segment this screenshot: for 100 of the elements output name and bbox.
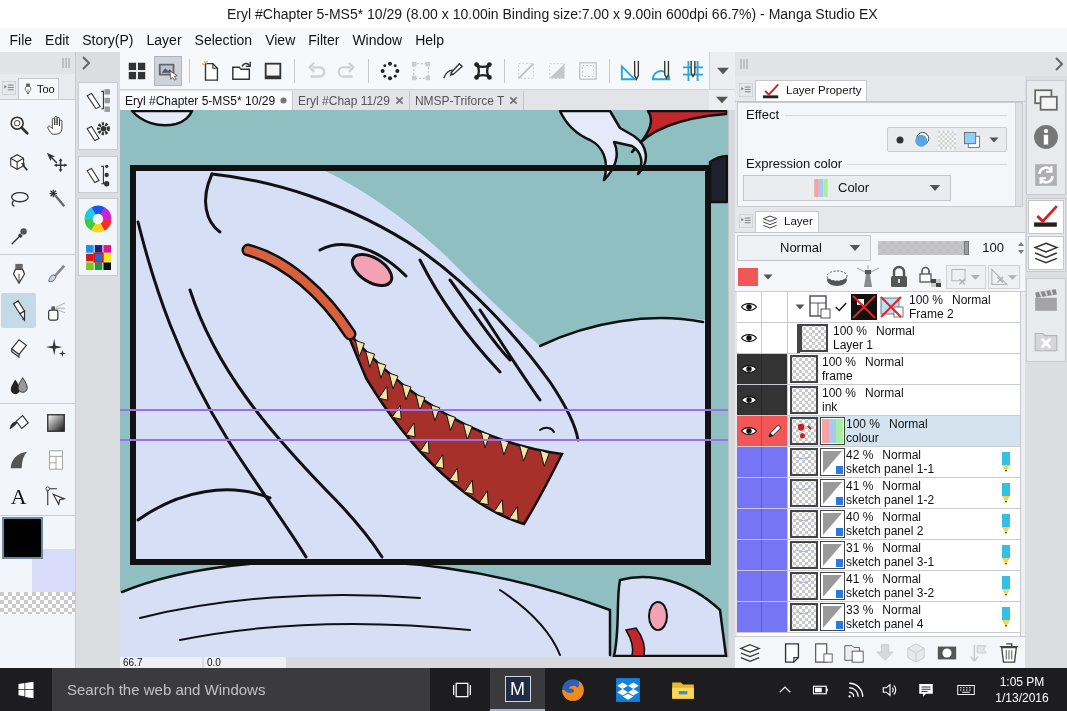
trash-icon[interactable] xyxy=(997,641,1020,664)
vertical-scrollbar[interactable] xyxy=(728,110,735,657)
pen-nib-icon xyxy=(22,81,34,97)
menu-item[interactable]: File xyxy=(3,28,39,52)
search-field[interactable]: Search the web and Windows xyxy=(52,668,430,711)
layer-row[interactable]: 41 % Normal sketch panel 1-2 xyxy=(788,478,1020,509)
panel-menu-icon[interactable] xyxy=(2,81,16,95)
effect-label: Effect xyxy=(746,106,779,125)
panel-menu-icon[interactable] xyxy=(739,214,753,228)
color-grid-icon[interactable] xyxy=(85,243,111,270)
dock-button[interactable] xyxy=(1028,236,1064,270)
layer-name: ink xyxy=(822,400,839,414)
color-swatch-icon[interactable] xyxy=(2,517,43,559)
wifi-icon[interactable] xyxy=(847,680,865,699)
menu-item[interactable]: Layer xyxy=(140,28,189,52)
checker-lock-icon[interactable] xyxy=(917,265,942,289)
grip-icon[interactable] xyxy=(740,58,748,70)
slider-thumb[interactable] xyxy=(963,241,969,255)
menu-item[interactable]: Filter xyxy=(301,28,346,52)
layer-row[interactable]: 42 % Normal sketch panel 1-1 xyxy=(788,447,1020,478)
menu-item[interactable]: View xyxy=(258,28,302,52)
layer-blend-mode: Normal xyxy=(882,603,922,617)
layer-row[interactable]: 33 % Normal sketch panel 4 xyxy=(788,602,1020,633)
menu-item[interactable]: Story(P) xyxy=(75,28,141,52)
layer-blend-mode: Normal xyxy=(882,510,922,524)
chevron-right-icon[interactable] xyxy=(82,56,90,70)
layer-opacity: 100 % xyxy=(909,293,944,307)
window-panes-icon xyxy=(17,680,35,699)
vertical-scrollbar[interactable] xyxy=(1015,103,1022,206)
layer-blend-mode: Normal xyxy=(865,355,904,369)
tool-button[interactable] xyxy=(1,293,37,328)
vertical-scrollbar[interactable] xyxy=(1020,292,1025,636)
tool-tab[interactable]: Too xyxy=(18,78,59,99)
layer-opacity: 41 % xyxy=(846,572,874,586)
layer-row[interactable]: 100 % Normal Layer 1 xyxy=(788,323,1020,354)
close-icon[interactable] xyxy=(509,96,519,105)
layer-property-tab[interactable]: Layer Property xyxy=(755,80,868,101)
layer-name: sketch panel 4 xyxy=(846,617,924,631)
chevron-right-icon[interactable] xyxy=(1055,57,1063,71)
layer-name: sketch panel 1-2 xyxy=(846,493,935,507)
ruler-pointer-icon xyxy=(45,485,68,508)
layer-row[interactable]: 100 % Normal frame xyxy=(788,354,1020,385)
squares-icon[interactable] xyxy=(963,130,981,149)
layer-thumbnail xyxy=(790,417,818,445)
shaded-triangle-icon xyxy=(820,572,845,600)
menu-item[interactable]: Selection xyxy=(188,28,259,52)
transparent-swatch-icon[interactable] xyxy=(0,592,75,614)
layer-opacity: 41 % xyxy=(846,479,874,493)
menu-item[interactable]: Edit xyxy=(38,28,76,52)
shaded-triangle-icon xyxy=(820,448,845,476)
shaded-triangle-icon xyxy=(820,479,845,507)
panel-menu-icon[interactable] xyxy=(739,83,753,97)
menu-item[interactable]: Help xyxy=(408,28,451,52)
layer-thumbnail xyxy=(790,510,818,538)
taskbar-app-button[interactable]: M xyxy=(490,668,545,711)
layer-row[interactable]: 100 % Normal colour xyxy=(788,416,1020,447)
color-swatch-icon[interactable] xyxy=(738,268,758,286)
layer-blend-mode: Normal xyxy=(882,479,922,493)
menu-item[interactable]: Window xyxy=(345,28,409,52)
layer-name: Layer 1 xyxy=(833,338,875,352)
layer-thumbnail xyxy=(790,572,818,600)
layer-row[interactable]: 100 % Normal ink xyxy=(788,385,1020,416)
layer-row[interactable]: 100 % Normal Frame 2 xyxy=(788,292,1020,323)
magnifier-icon xyxy=(7,113,30,136)
layer-tab[interactable]: Layer xyxy=(755,211,819,232)
layer-thumbnail xyxy=(800,324,828,352)
dock-button[interactable] xyxy=(1028,200,1064,234)
circle-icon[interactable] xyxy=(913,130,931,149)
layer-opacity: 42 % xyxy=(846,448,874,462)
shaded-triangle-icon xyxy=(820,510,845,538)
clock-date[interactable]: 1/13/2016 xyxy=(995,689,1049,706)
layer-row[interactable]: 40 % Normal sketch panel 2 xyxy=(788,509,1020,540)
color-swatch-icon[interactable] xyxy=(32,549,75,592)
pen-list-icon[interactable] xyxy=(85,86,111,113)
spinner-arrows-icon[interactable] xyxy=(1017,241,1025,255)
toolbar-menu-button[interactable] xyxy=(709,52,735,89)
status-field[interactable]: 66.7 xyxy=(120,657,202,668)
clock-time[interactable]: 1:05 PM xyxy=(999,673,1045,690)
expression-color-dropdown[interactable]: Color xyxy=(743,175,951,201)
layer-row[interactable]: 41 % Normal sketch panel 3-2 xyxy=(788,571,1020,602)
close-icon[interactable] xyxy=(394,96,404,105)
layers-icon[interactable] xyxy=(739,641,761,664)
layer-thumbnail xyxy=(790,448,818,476)
color-stripes-icon xyxy=(812,179,830,197)
blend-mode-dropdown[interactable]: Normal xyxy=(737,235,871,261)
check-icon[interactable] xyxy=(834,300,848,314)
tab-list-button[interactable] xyxy=(709,90,735,110)
opacity-slider[interactable] xyxy=(877,241,969,255)
grip-icon[interactable] xyxy=(62,57,70,69)
checkerboard-icon[interactable] xyxy=(938,130,956,149)
lighthouse-icon[interactable] xyxy=(855,265,880,289)
status-field[interactable]: 0.0 xyxy=(204,657,286,668)
layer-opacity: 100 % xyxy=(833,324,868,338)
layer-name: sketch panel 3-1 xyxy=(846,555,935,569)
layer-row[interactable]: 31 % Normal sketch panel 3-1 xyxy=(788,540,1020,571)
layer-blend-mode: Normal xyxy=(876,324,915,338)
layers-icon xyxy=(761,214,779,230)
document-tab[interactable]: Eryl #Chapter 5-MS5* 10/29 xyxy=(120,91,294,110)
tool-button[interactable]: A xyxy=(1,479,37,514)
color-wheel-icon[interactable] xyxy=(84,204,112,233)
